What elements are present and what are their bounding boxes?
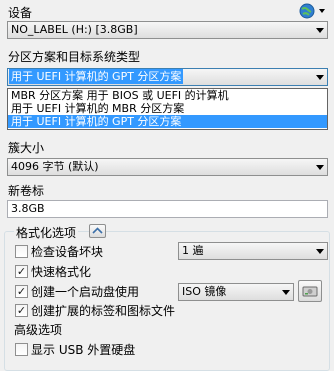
bootable-label: 创建一个启动盘使用 xyxy=(31,285,140,299)
cluster-value: 4096 字节 (默认) xyxy=(11,160,99,173)
toggle-format-options-button[interactable] xyxy=(89,224,106,238)
quick-format-label: 快速格式化 xyxy=(31,265,92,279)
volume-label: 新卷标 xyxy=(8,184,45,198)
passes-value: 1 遍 xyxy=(182,244,204,257)
partition-option-mbr-bios[interactable]: MBR 分区方案 用于 BIOS 或 UEFI 的计算机 xyxy=(8,89,327,102)
format-options-label: 格式化选项 xyxy=(14,224,79,241)
bootable-checkbox[interactable]: ✓ xyxy=(15,285,28,298)
language-button[interactable] xyxy=(298,3,328,19)
device-select[interactable]: NO_LABEL (H:) [3.8GB] xyxy=(7,21,328,39)
show-usb-hdd-checkbox[interactable] xyxy=(15,343,28,356)
partition-dropdown-list[interactable]: MBR 分区方案 用于 BIOS 或 UEFI 的计算机 用于 UEFI 计算机… xyxy=(7,88,328,130)
chevron-up-icon xyxy=(92,227,103,234)
quick-format-checkbox[interactable]: ✓ xyxy=(15,265,28,278)
extended-label-checkbox[interactable]: ✓ xyxy=(15,304,28,317)
select-iso-button[interactable] xyxy=(298,280,322,302)
chevron-down-icon xyxy=(279,284,293,300)
device-value: NO_LABEL (H:) [3.8GB] xyxy=(11,23,138,36)
chevron-down-icon xyxy=(313,69,327,85)
show-usb-hdd-label: 显示 USB 外置硬盘 xyxy=(31,343,136,357)
partition-option-gpt-uefi[interactable]: 用于 UEFI 计算机的 GPT 分区方案 xyxy=(8,115,327,128)
partition-value: 用于 UEFI 计算机的 GPT 分区方案 xyxy=(9,69,184,84)
chevron-down-icon xyxy=(313,159,327,175)
drive-icon xyxy=(302,286,318,297)
chevron-down-icon xyxy=(313,243,327,259)
volume-label-field[interactable]: 3.8GB xyxy=(7,200,328,218)
boot-type-select[interactable]: ISO 镜像 xyxy=(178,283,294,301)
advanced-options-label: 高级选项 xyxy=(14,323,63,337)
boot-type-value: ISO 镜像 xyxy=(182,285,227,298)
globe-icon xyxy=(299,3,325,19)
cluster-label: 簇大小 xyxy=(8,141,45,155)
check-bad-blocks-checkbox[interactable] xyxy=(15,245,28,258)
cluster-select[interactable]: 4096 字节 (默认) xyxy=(7,158,328,176)
partition-select[interactable]: 用于 UEFI 计算机的 GPT 分区方案 xyxy=(7,68,328,86)
extended-label-label: 创建扩展的标签和图标文件 xyxy=(31,304,176,318)
passes-select[interactable]: 1 遍 xyxy=(178,242,328,260)
partition-option-mbr-uefi[interactable]: 用于 UEFI 计算机的 MBR 分区方案 xyxy=(8,102,327,115)
check-bad-blocks-label: 检查设备坏块 xyxy=(31,245,104,259)
device-label: 设备 xyxy=(8,6,33,20)
volume-value: 3.8GB xyxy=(11,202,45,215)
partition-label: 分区方案和目标系统类型 xyxy=(8,50,141,64)
chevron-down-icon xyxy=(313,22,327,38)
